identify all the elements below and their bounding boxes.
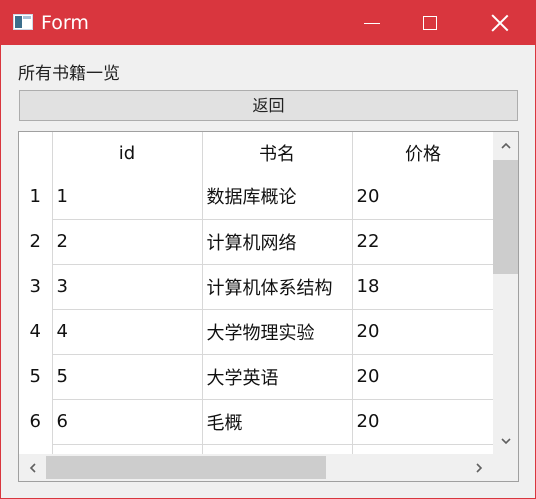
corner-header[interactable]: [19, 132, 53, 174]
row-header[interactable]: 5: [19, 354, 53, 399]
row-header[interactable]: 2: [19, 219, 53, 264]
column-header-name[interactable]: 书名: [202, 132, 353, 174]
scroll-up-icon[interactable]: [501, 141, 511, 151]
cell-id[interactable]: 2: [52, 219, 203, 265]
scroll-down-icon[interactable]: [501, 436, 511, 446]
minimize-button[interactable]: [349, 1, 395, 45]
column-header-id[interactable]: id: [52, 132, 203, 174]
horizontal-scrollbar[interactable]: [19, 454, 493, 481]
books-grid: id 书名 价格 1 1 数据库概论 20 2 2 计算机网络 22 3 3 计…: [19, 132, 495, 481]
cell-name[interactable]: 计算机网络: [202, 219, 353, 265]
table-row[interactable]: 1 1 数据库概论 20: [19, 174, 495, 220]
cell-name[interactable]: 大学物理实验: [202, 309, 353, 355]
scroll-right-icon[interactable]: [474, 463, 484, 473]
cell-name[interactable]: 计算机体系结构: [202, 264, 353, 310]
cell-id[interactable]: 3: [52, 264, 203, 310]
cell-price[interactable]: 18: [352, 264, 495, 310]
cell-price[interactable]: 22: [352, 219, 495, 265]
cell-id[interactable]: 5: [52, 354, 203, 400]
header-row: id 书名 价格: [19, 132, 495, 174]
close-icon: [491, 14, 509, 32]
maximize-icon: [423, 16, 437, 30]
title-bar[interactable]: Form: [1, 1, 535, 45]
window-title: Form: [41, 12, 89, 34]
table-row[interactable]: 2 2 计算机网络 22: [19, 219, 495, 265]
cell-name[interactable]: 大学英语: [202, 354, 353, 400]
cell-price[interactable]: 20: [352, 309, 495, 355]
row-header[interactable]: 3: [19, 264, 53, 309]
close-button[interactable]: [477, 1, 523, 45]
horizontal-scroll-thumb[interactable]: [46, 456, 326, 479]
table-row[interactable]: 3 3 计算机体系结构 18: [19, 264, 495, 310]
cell-name[interactable]: 数据库概论: [202, 174, 353, 220]
column-header-price[interactable]: 价格: [352, 132, 495, 174]
cell-price[interactable]: 20: [352, 399, 495, 445]
page-heading: 所有书籍一览: [18, 64, 120, 84]
table-row[interactable]: 5 5 大学英语 20: [19, 354, 495, 400]
cell-name[interactable]: 毛概: [202, 399, 353, 445]
cell-id[interactable]: 1: [52, 174, 203, 220]
vertical-scroll-thumb[interactable]: [493, 160, 518, 274]
books-table[interactable]: id 书名 价格 1 1 数据库概论 20 2 2 计算机网络 22 3 3 计…: [18, 131, 519, 482]
row-header[interactable]: 6: [19, 399, 53, 444]
table-row[interactable]: 6 6 毛概 20: [19, 399, 495, 445]
app-icon: [13, 14, 33, 30]
row-header[interactable]: 1: [19, 174, 53, 219]
minimize-icon: [364, 22, 380, 24]
scroll-left-icon[interactable]: [28, 463, 38, 473]
maximize-button[interactable]: [407, 1, 453, 45]
row-header[interactable]: 4: [19, 309, 53, 354]
table-row[interactable]: 4 4 大学物理实验 20: [19, 309, 495, 355]
cell-id[interactable]: 6: [52, 399, 203, 445]
form-window: Form 所有书籍一览 返回 id 书名 价格 1 1 数据库概论 20 2 2…: [0, 0, 536, 499]
cell-id[interactable]: 4: [52, 309, 203, 355]
scrollbar-corner: [493, 454, 518, 481]
vertical-scrollbar[interactable]: [493, 132, 518, 454]
back-button[interactable]: 返回: [19, 90, 518, 121]
cell-price[interactable]: 20: [352, 354, 495, 400]
cell-price[interactable]: 20: [352, 174, 495, 220]
